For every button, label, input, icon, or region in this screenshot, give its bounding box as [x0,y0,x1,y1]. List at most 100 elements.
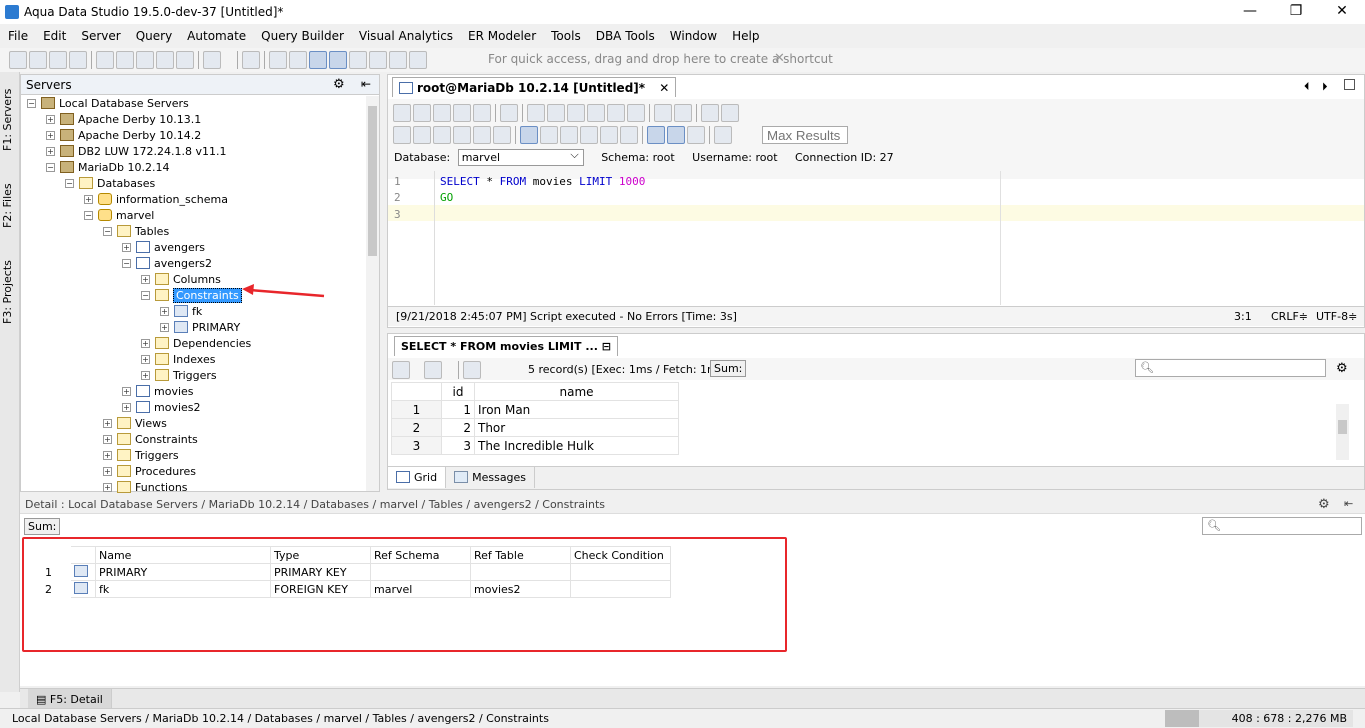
layout-6-icon[interactable] [388,51,407,69]
results-grid-icon[interactable] [647,126,665,144]
layout-5-icon[interactable] [368,51,387,69]
tree-node[interactable]: + Triggers [103,447,179,463]
export-excel-icon[interactable] [424,361,442,379]
tree-node[interactable]: + fk [160,303,202,319]
dropdown-arrow-icon[interactable] [444,361,454,379]
expand-icon[interactable]: + [103,466,112,476]
expand-icon[interactable]: + [122,402,131,412]
menu-tools[interactable]: Tools [542,26,587,43]
query-analyzer-icon[interactable] [115,51,134,69]
layout-7-icon[interactable] [408,51,427,69]
menu-help[interactable]: Help [723,26,765,43]
compare-icon[interactable] [135,51,154,69]
replace-icon[interactable] [674,104,692,122]
menu-file[interactable]: File [0,26,34,43]
stop-icon[interactable] [493,126,511,144]
tree-node[interactable]: + movies2 [122,399,201,415]
line-ending[interactable]: CRLF≑ [1271,310,1308,323]
tree-node[interactable]: + information_schema [84,191,228,207]
layout-2-icon[interactable] [288,51,307,69]
minimize-button[interactable]: — [1227,0,1273,24]
format-icon[interactable] [620,126,638,144]
tab-projects[interactable]: F3: Projects [1,252,19,332]
auto-commit-icon[interactable] [520,126,538,144]
tree-node[interactable]: − Local Database Servers [27,95,189,111]
memory-indicator[interactable]: 408 : 678 : 2,276 MB [1165,710,1353,727]
copy-icon[interactable] [567,104,585,122]
tree-node[interactable]: − MariaDb 10.2.14 [46,159,170,175]
collapse-icon[interactable]: − [27,98,36,108]
schema-compare-icon[interactable] [155,51,174,69]
menu-server[interactable]: Server [72,26,126,43]
expand-icon[interactable]: + [103,434,112,444]
execute-to-file-icon[interactable] [473,126,491,144]
results-search-input[interactable]: 🔍︎ [1135,359,1326,377]
tree-node[interactable]: + Apache Derby 10.13.1 [46,111,201,127]
execute-step-icon[interactable] [433,126,451,144]
commit-icon[interactable] [540,126,558,144]
tree-node[interactable]: + Columns [141,271,221,287]
gear-icon[interactable]: ⚙ [1318,497,1330,512]
execute-selection-icon[interactable] [453,126,471,144]
encoding[interactable]: UTF-8≑ [1316,310,1357,323]
cell-id[interactable]: 3 [441,436,475,455]
dropdown-arrow-icon[interactable] [223,51,233,69]
layout-1-icon[interactable] [268,51,287,69]
menu-dba-tools[interactable]: DBA Tools [587,26,661,43]
expand-icon[interactable]: + [141,338,150,348]
history-icon[interactable] [714,126,732,144]
collapse-icon[interactable]: − [65,178,74,188]
expand-icon[interactable]: + [141,274,150,284]
restore-button[interactable]: ❐ [1273,0,1319,24]
menu-query-builder[interactable]: Query Builder [252,26,350,43]
settings-icon[interactable]: ⚙ [1336,361,1348,376]
collapse-icon[interactable]: − [141,290,150,300]
tab-prev-icon[interactable]: ⏴ [1304,80,1310,94]
tree-node[interactable]: − marvel [84,207,154,223]
tab-results[interactable]: SELECT * FROM movies LIMIT ... ⊟ [394,336,618,356]
menu-automate[interactable]: Automate [178,26,252,43]
expand-icon[interactable]: + [160,306,169,316]
redo-icon[interactable] [627,104,645,122]
collapse-icon[interactable]: − [122,258,131,268]
tab-detail[interactable]: ▤ F5: Detail [28,689,112,710]
expand-icon[interactable]: + [122,386,131,396]
register-server-icon[interactable] [48,51,67,69]
results-scrollbar[interactable] [1336,404,1349,460]
collapse-icon[interactable]: − [46,162,55,172]
new-server-icon[interactable] [8,51,27,69]
cell-name[interactable]: Iron Man [474,400,679,419]
explain-plan-icon[interactable] [600,126,618,144]
cell-id[interactable]: 1 [441,400,475,419]
expand-icon[interactable]: + [141,370,150,380]
tree-node[interactable]: + Apache Derby 10.14.2 [46,127,201,143]
collapse-icon[interactable]: − [103,226,112,236]
tree-node[interactable]: − Tables [103,223,169,239]
tab-messages[interactable]: Messages [446,467,536,488]
cell-name[interactable]: The Incredible Hulk [474,436,679,455]
tree-node[interactable]: + Views [103,415,167,431]
cut-icon[interactable] [547,104,565,122]
tree-node[interactable]: + Procedures [103,463,196,479]
tree-node[interactable]: + Constraints [103,431,198,447]
detail-sum-button[interactable]: Sum: [24,518,61,535]
code-area[interactable]: 1 2 3 SELECT * FROM movies LIMIT 1000 GO [388,171,1364,305]
tree-scroll-thumb[interactable] [368,106,377,256]
tab-files[interactable]: F2: Files [1,176,19,236]
query-window-icon[interactable] [95,51,114,69]
column-header-name[interactable]: name [474,382,679,401]
undo-icon[interactable] [607,104,625,122]
expand-icon[interactable]: + [84,194,93,204]
results-scroll-thumb[interactable] [1338,420,1347,434]
font-smaller-icon[interactable] [701,104,719,122]
chart-icon[interactable] [392,361,410,379]
menu-window[interactable]: Window [661,26,723,43]
new-query-icon[interactable] [393,104,411,122]
select-icon[interactable] [527,104,545,122]
detail-search-input[interactable]: 🔍︎ [1202,517,1362,535]
find-icon[interactable] [175,51,194,69]
tree-node[interactable]: + Dependencies [141,335,251,351]
tab-query-window[interactable]: root@MariaDb 10.2.14 [Untitled]* ✕ [392,77,677,97]
edit-server-icon[interactable] [28,51,47,69]
tab-servers[interactable]: F1: Servers [1,78,19,162]
